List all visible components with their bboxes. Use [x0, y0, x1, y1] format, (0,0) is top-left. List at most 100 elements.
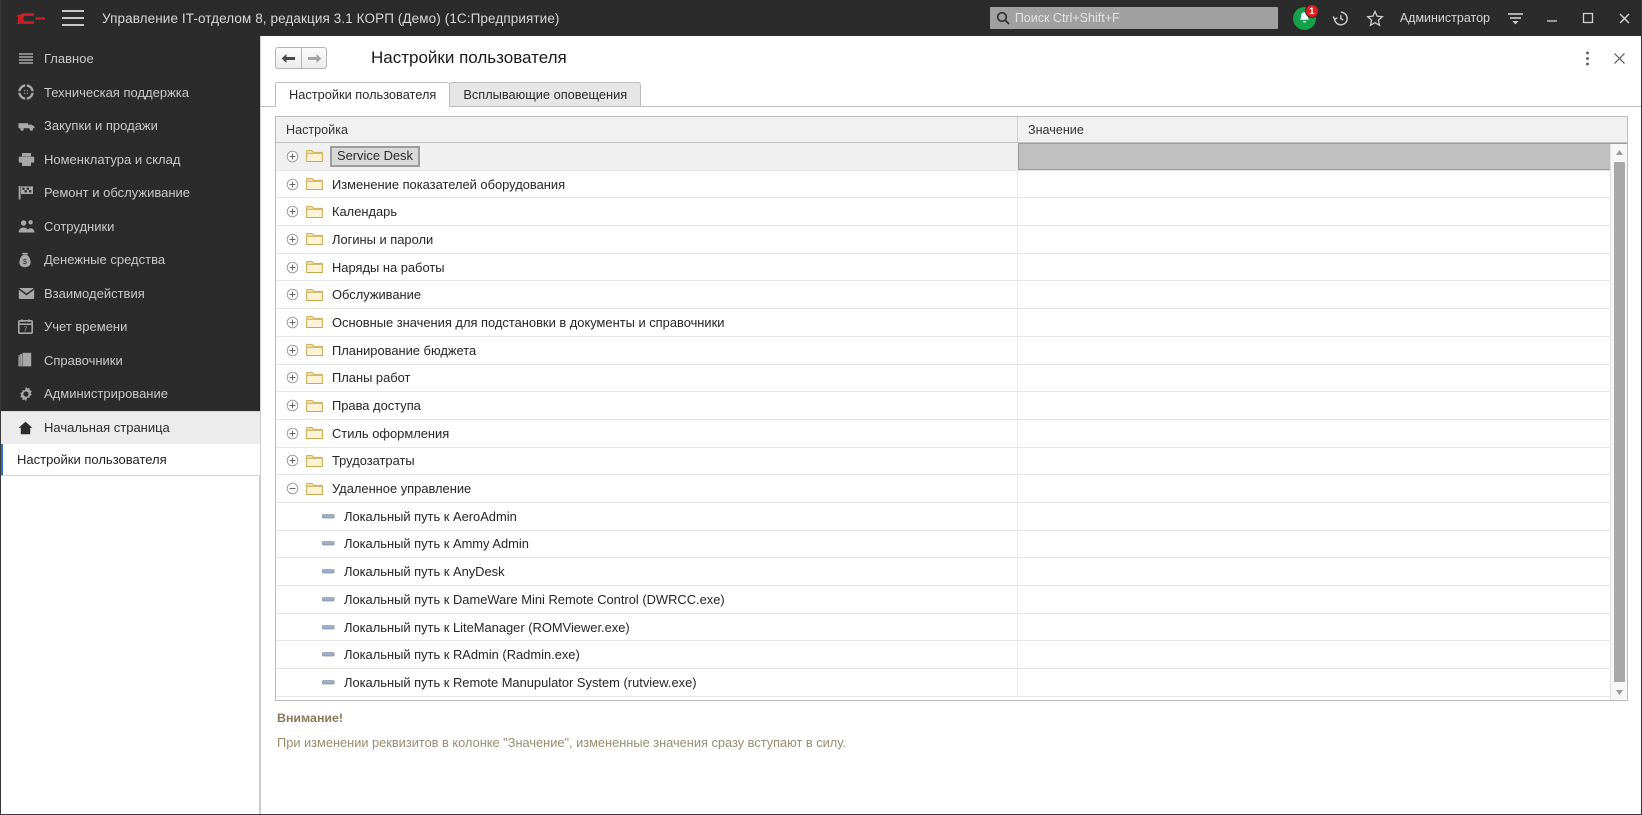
column-header-value[interactable]: Значение — [1018, 117, 1627, 142]
expand-plus-icon[interactable] — [286, 454, 299, 467]
sidebar-item-home-page[interactable]: Начальная страница — [0, 410, 260, 444]
cell-setting[interactable]: Основные значения для подстановки в доку… — [276, 309, 1018, 336]
cell-setting[interactable]: Локальный путь к Ammy Admin — [276, 530, 1018, 558]
expand-plus-icon[interactable] — [286, 427, 299, 440]
table-row[interactable]: Локальный путь к AnyDesk — [276, 558, 1627, 586]
current-user-label[interactable]: Администратор — [1400, 11, 1490, 25]
cell-setting[interactable]: Права доступа — [276, 392, 1018, 419]
forward-arrow-icon[interactable] — [301, 47, 327, 69]
sidebar-item-interactions[interactable]: Взаимодействия — [0, 277, 260, 311]
search-box[interactable] — [989, 7, 1278, 29]
cell-value[interactable] — [1018, 254, 1627, 281]
expand-plus-icon[interactable] — [286, 288, 299, 301]
cell-value[interactable] — [1018, 365, 1627, 392]
sidebar-item-cash[interactable]: $ Денежные средства — [0, 243, 260, 277]
table-row[interactable]: Основные значения для подстановки в доку… — [276, 309, 1627, 337]
cell-setting[interactable]: Локальный путь к AnyDesk — [276, 558, 1018, 585]
cell-setting[interactable]: Трудозатраты — [276, 447, 1018, 475]
scroll-up-arrow-icon[interactable] — [1611, 144, 1627, 160]
cell-value[interactable] — [1018, 309, 1627, 336]
table-row[interactable]: Локальный путь к Ammy Admin — [276, 530, 1627, 559]
expand-plus-icon[interactable] — [286, 233, 299, 246]
cell-setting[interactable]: Наряды на работы — [276, 253, 1018, 281]
back-arrow-icon[interactable] — [275, 47, 301, 69]
vertical-scrollbar[interactable] — [1610, 144, 1627, 700]
cell-setting[interactable]: Локальный путь к LiteManager (ROMViewer.… — [276, 613, 1018, 641]
table-row[interactable]: Локальный путь к Remote Manupulator Syst… — [276, 669, 1627, 697]
1c-logo-icon[interactable]: 1 — [14, 8, 48, 28]
cell-value[interactable] — [1018, 281, 1627, 308]
tab-user-settings[interactable]: Настройки пользователя — [275, 82, 451, 107]
table-row[interactable]: Локальный путь к DameWare Mini Remote Co… — [276, 586, 1627, 614]
cell-value[interactable] — [1018, 420, 1627, 447]
cell-setting[interactable]: Стиль оформления — [276, 419, 1018, 447]
table-row[interactable]: Наряды на работы — [276, 253, 1627, 282]
cell-value[interactable] — [1018, 226, 1627, 253]
cell-value[interactable] — [1018, 503, 1627, 530]
scrollbar-thumb[interactable] — [1614, 162, 1625, 682]
table-row[interactable]: Локальный путь к AeroAdmin — [276, 502, 1627, 531]
expand-plus-icon[interactable] — [286, 371, 299, 384]
column-header-setting[interactable]: Настройка — [276, 117, 1018, 142]
cell-value[interactable] — [1018, 198, 1627, 225]
close-button[interactable] — [1606, 0, 1642, 36]
minimize-button[interactable] — [1534, 0, 1570, 36]
cell-value[interactable] — [1018, 586, 1627, 613]
expand-plus-icon[interactable] — [286, 178, 299, 191]
cell-value[interactable] — [1018, 143, 1627, 170]
cell-value[interactable] — [1018, 614, 1627, 641]
table-row[interactable]: Изменение показателей оборудования — [276, 170, 1627, 199]
tab-popup-notifications[interactable]: Всплывающие оповещения — [449, 82, 642, 107]
table-row[interactable]: Логины и пароли — [276, 226, 1627, 254]
sidebar-item-tech-support[interactable]: Техническая поддержка — [0, 76, 260, 110]
cell-setting[interactable]: Локальный путь к DameWare Mini Remote Co… — [276, 586, 1018, 613]
sidebar-item-repair-maintenance[interactable]: Ремонт и обслуживание — [0, 176, 260, 210]
table-row[interactable]: Календарь — [276, 198, 1627, 227]
sidebar-item-administration[interactable]: Администрирование — [0, 377, 260, 411]
cell-value[interactable] — [1018, 558, 1627, 585]
table-row[interactable]: Service Desk — [276, 143, 1627, 171]
table-row[interactable]: Планы работ — [276, 364, 1627, 393]
table-row[interactable]: Трудозатраты — [276, 447, 1627, 476]
cell-value[interactable] — [1018, 448, 1627, 475]
table-row[interactable]: Локальный путь к RAdmin (Radmin.exe) — [276, 641, 1627, 670]
cell-value[interactable] — [1018, 669, 1627, 696]
cell-setting[interactable]: Удаленное управление — [276, 475, 1018, 502]
search-input[interactable] — [1014, 11, 1272, 25]
cell-value[interactable] — [1018, 171, 1627, 198]
cell-value[interactable] — [1018, 337, 1627, 364]
expand-plus-icon[interactable] — [286, 399, 299, 412]
notifications-button[interactable]: 1 — [1290, 3, 1320, 33]
cell-setting[interactable]: Планирование бюджета — [276, 336, 1018, 364]
close-panel-icon[interactable] — [1606, 45, 1632, 71]
table-row[interactable]: Обслуживание — [276, 281, 1627, 310]
more-vertical-icon[interactable] — [1574, 45, 1600, 71]
cell-setting[interactable]: Календарь — [276, 198, 1018, 226]
maximize-button[interactable] — [1570, 0, 1606, 36]
cell-value[interactable] — [1018, 392, 1627, 419]
cell-setting[interactable]: Планы работ — [276, 364, 1018, 392]
expand-plus-icon[interactable] — [286, 205, 299, 218]
sidebar-item-nomenclature-warehouse[interactable]: Номенклатура и склад — [0, 143, 260, 177]
cell-setting[interactable]: Локальный путь к Remote Manupulator Syst… — [276, 669, 1018, 696]
cell-setting[interactable]: Обслуживание — [276, 281, 1018, 309]
cell-setting[interactable]: Логины и пароли — [276, 226, 1018, 253]
sidebar-item-user-settings[interactable]: Настройки пользователя — [0, 443, 260, 476]
cell-value[interactable] — [1018, 531, 1627, 558]
table-row[interactable]: Локальный путь к LiteManager (ROMViewer.… — [276, 613, 1627, 642]
cell-value[interactable] — [1018, 475, 1627, 502]
hamburger-menu-icon[interactable] — [62, 10, 84, 26]
expand-plus-icon[interactable] — [286, 150, 299, 163]
cell-setting[interactable]: Service Desk — [276, 143, 1018, 170]
scrollbar-track[interactable] — [1611, 160, 1627, 684]
expand-plus-icon[interactable] — [286, 261, 299, 274]
sidebar-item-glavnoe[interactable]: Главное — [0, 42, 260, 76]
sidebar-item-catalogs[interactable]: Справочники — [0, 344, 260, 378]
history-clock-icon[interactable] — [1326, 3, 1356, 33]
table-row[interactable]: Права доступа — [276, 392, 1627, 420]
cell-setting[interactable]: Локальный путь к AeroAdmin — [276, 502, 1018, 530]
collapse-minus-icon[interactable] — [286, 482, 299, 495]
cell-setting[interactable]: Изменение показателей оборудования — [276, 170, 1018, 198]
table-row[interactable]: Удаленное управление — [276, 475, 1627, 503]
star-favorites-icon[interactable] — [1360, 3, 1390, 33]
